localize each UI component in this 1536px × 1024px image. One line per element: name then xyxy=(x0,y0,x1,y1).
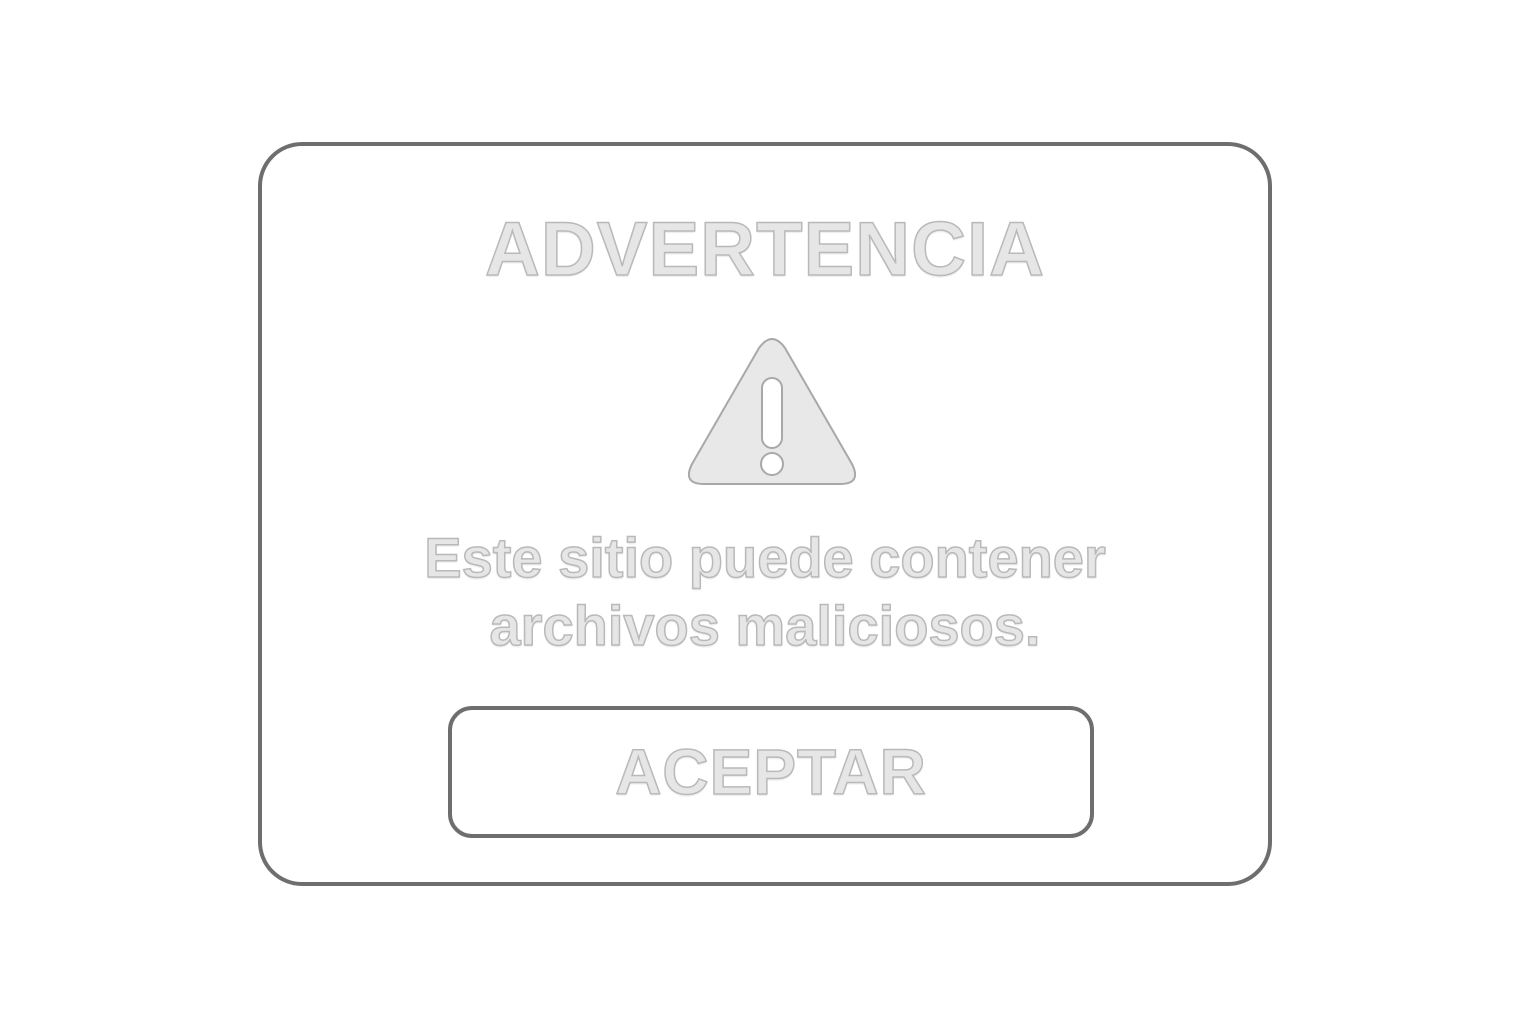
accept-button-label: ACEPTAR xyxy=(614,736,927,808)
dialog-title: ADVERTENCIA xyxy=(484,207,1045,292)
warning-triangle-icon xyxy=(684,332,860,492)
message-line-2: archivos maliciosos. xyxy=(489,593,1041,658)
message-line-1: Este sitio puede contener xyxy=(424,525,1107,590)
warning-dialog: ADVERTENCIA Este sitio puede contener ar… xyxy=(258,142,1272,886)
dialog-message: Este sitio puede contener archivos malic… xyxy=(322,524,1208,660)
accept-button[interactable]: ACEPTAR xyxy=(448,706,1094,838)
